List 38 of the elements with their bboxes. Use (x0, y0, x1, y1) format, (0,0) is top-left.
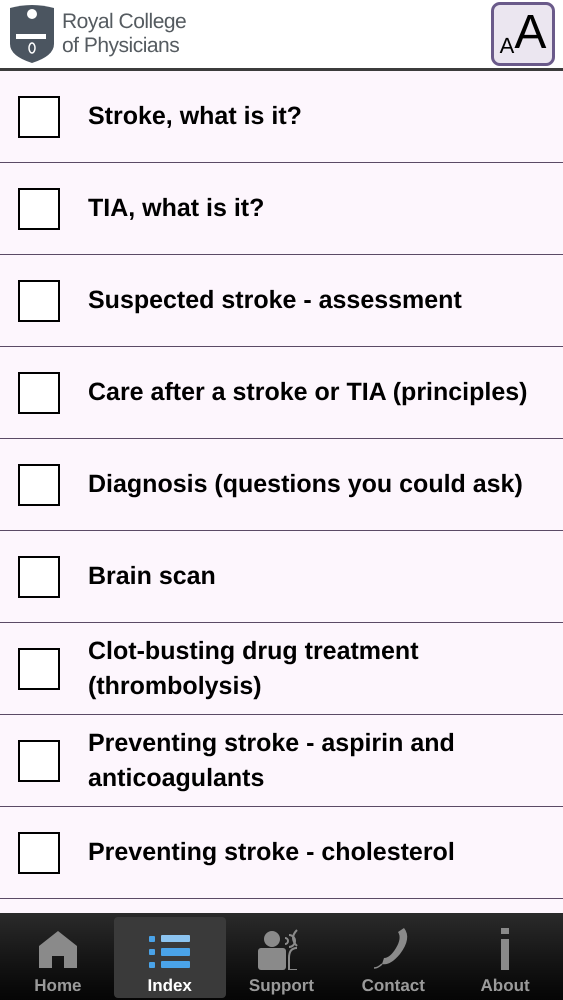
logo-text: Royal College of Physicians (62, 10, 186, 58)
topic-label: Stroke, what is it? (88, 101, 302, 132)
topic-label: TIA, what is it? (88, 193, 264, 224)
topic-row[interactable]: Preventing stroke - aspirin and anticoagulants (0, 715, 563, 807)
topic-label: Clot-busting drug treatment (thrombolysis) (88, 636, 420, 702)
topic-label: Care after a stroke or TIA (principles) (88, 377, 528, 408)
tab[interactable]: Index (114, 917, 226, 998)
house-icon (36, 928, 79, 970)
topic-label: Diagnosis (questions you could ask) (88, 469, 523, 500)
tab[interactable]: Home (2, 917, 114, 998)
topic-row[interactable]: Stroke, what is it? (0, 71, 563, 163)
topic-row[interactable]: TIA, what is it? (0, 163, 563, 255)
checkbox[interactable] (18, 96, 60, 138)
topic-row[interactable]: Care after a stroke or TIA (principles) (0, 347, 563, 439)
info-icon (500, 928, 510, 970)
topic-label: Suspected stroke - assessment (88, 285, 462, 316)
checkbox[interactable] (18, 648, 60, 690)
checkbox[interactable] (18, 556, 60, 598)
checkbox[interactable] (18, 740, 60, 782)
checkbox[interactable] (18, 464, 60, 506)
font-size-button[interactable]: AA (491, 2, 555, 66)
topic-label: Brain scan (88, 561, 216, 592)
tab[interactable]: Support (226, 917, 338, 998)
shield-crest-icon (8, 4, 56, 64)
tab[interactable]: Contact (337, 917, 450, 998)
topic-row[interactable]: Suspected stroke - assessment (0, 255, 563, 347)
checkbox[interactable] (18, 280, 60, 322)
topic-row[interactable]: Preventing stroke - cholesterol (0, 807, 563, 899)
topic-row[interactable]: Diagnosis (questions you could ask) (0, 439, 563, 531)
topic-label: Preventing stroke - cholesterol (88, 837, 455, 868)
topic-row[interactable]: Brain scan (0, 531, 563, 623)
topic-label: Preventing stroke - aspirin and anticoagulants (88, 728, 456, 794)
list-icon (148, 934, 191, 970)
checkbox[interactable] (18, 188, 60, 230)
checkbox[interactable] (18, 832, 60, 874)
topic-row[interactable]: Clot-busting drug treatment (thrombolysis) (0, 623, 563, 715)
tab[interactable]: About (449, 917, 561, 998)
checkbox[interactable] (18, 372, 60, 414)
